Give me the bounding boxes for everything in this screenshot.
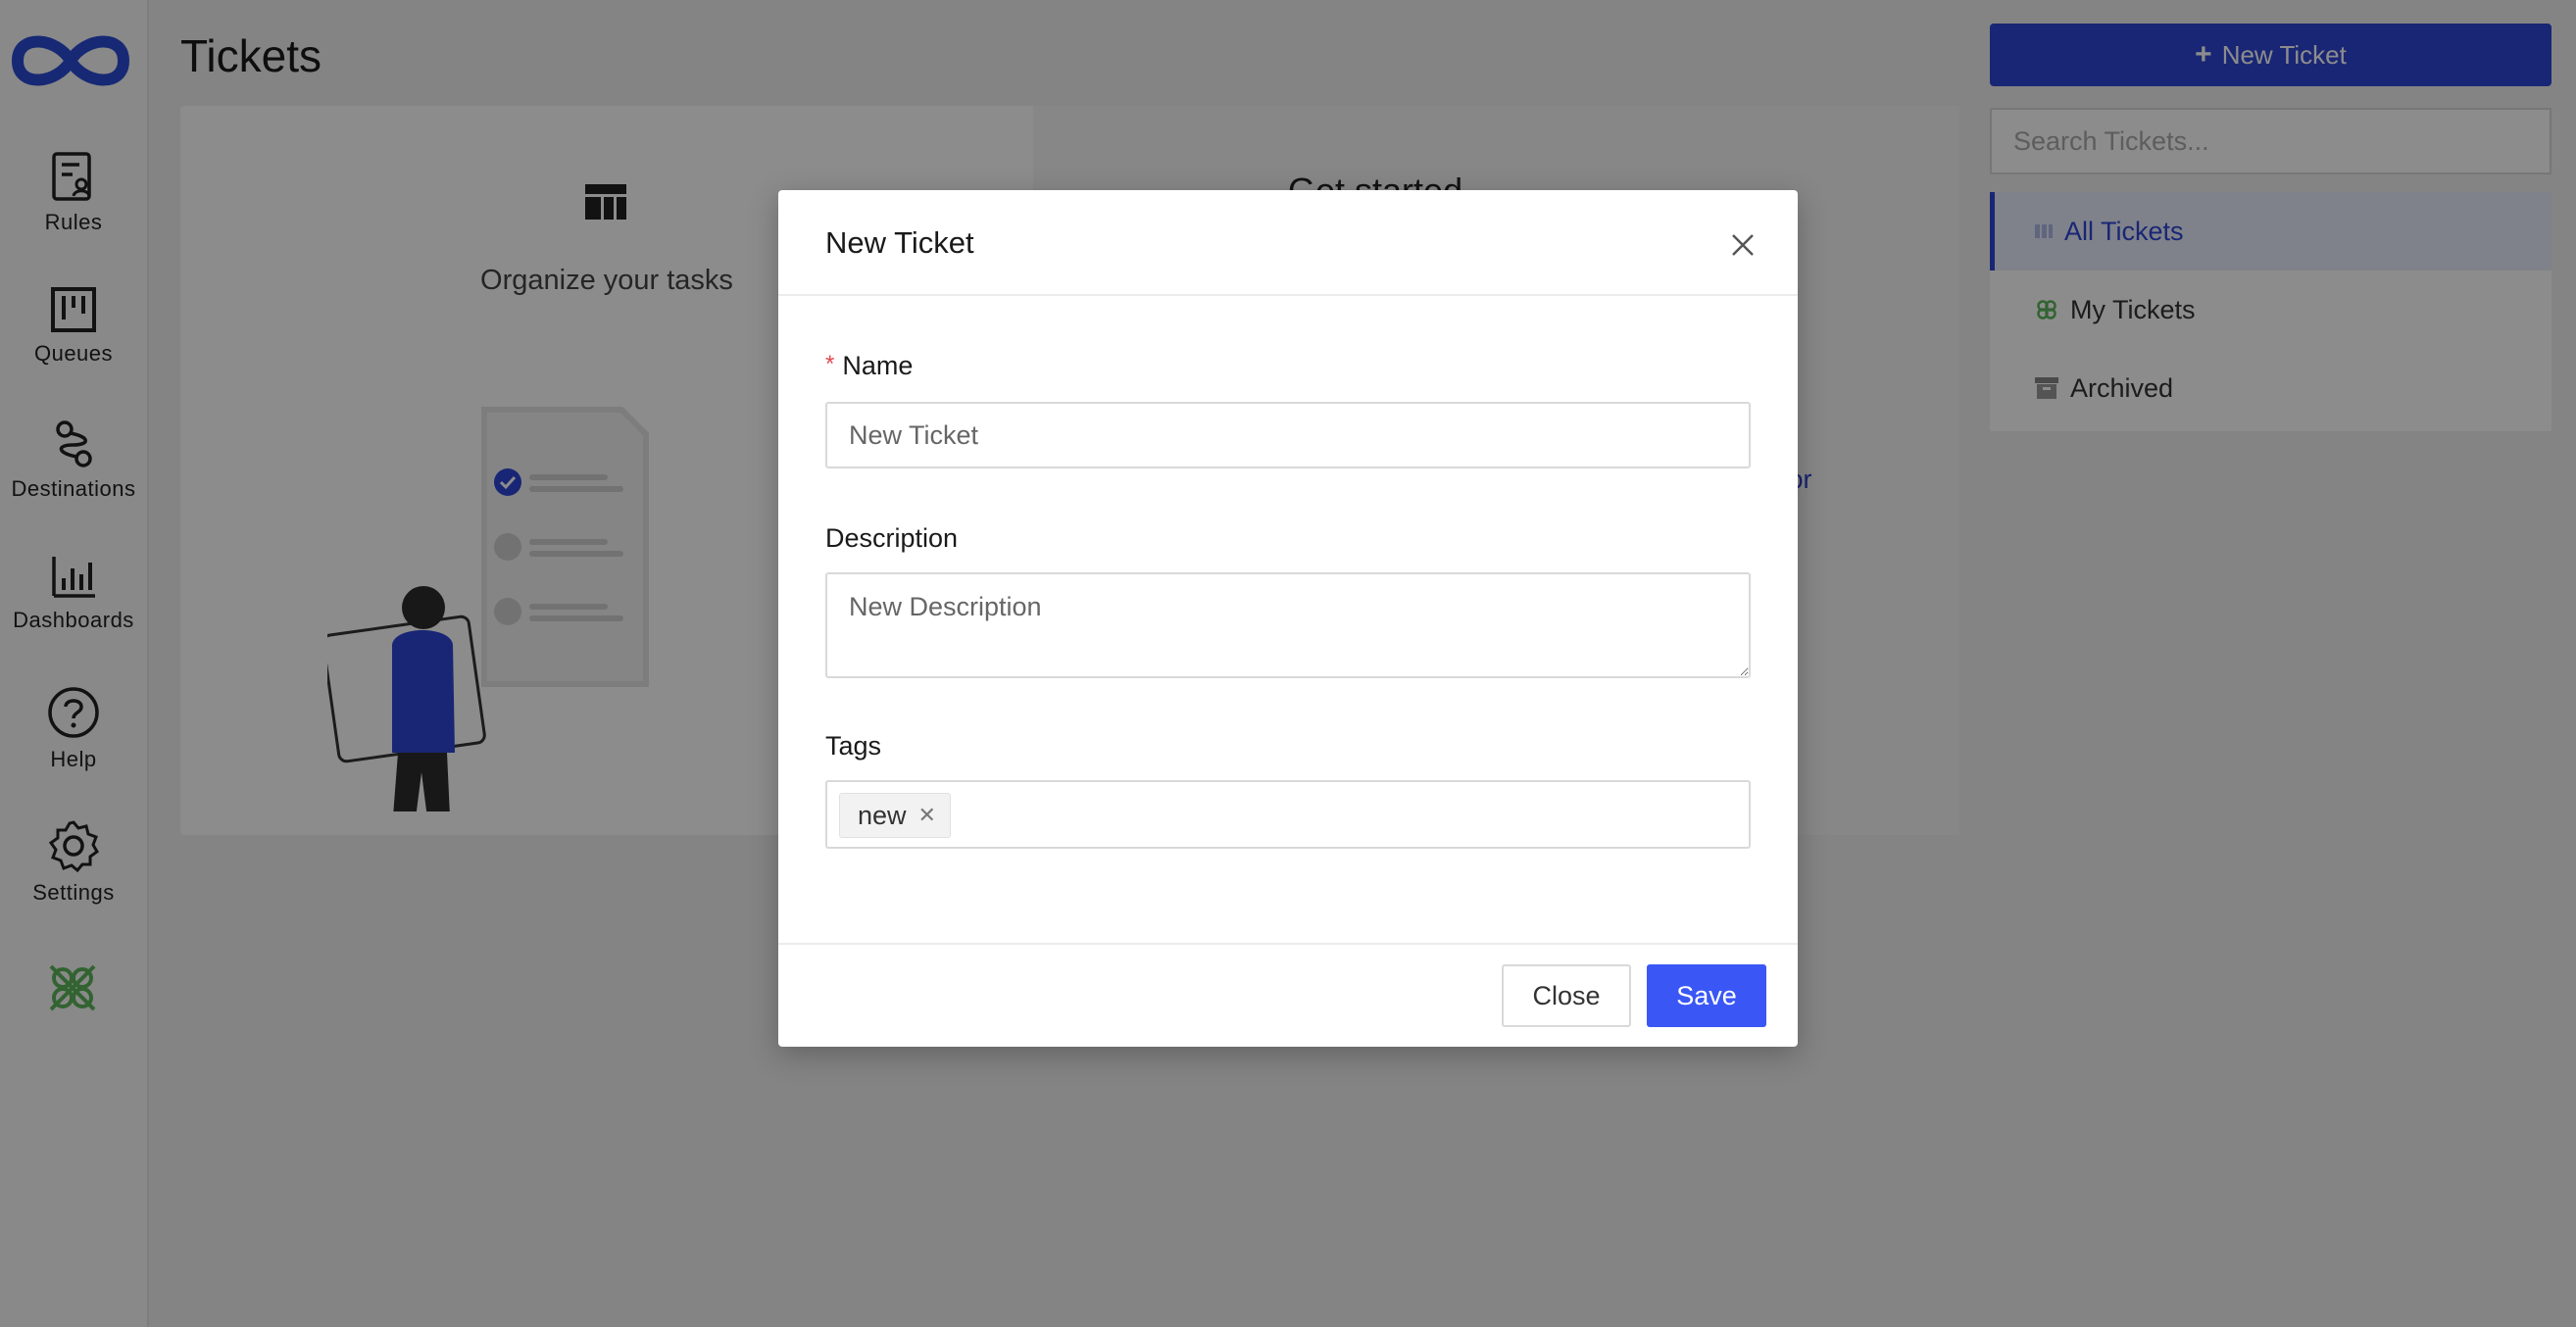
required-indicator: *	[825, 351, 835, 377]
name-input[interactable]	[825, 402, 1751, 468]
close-button[interactable]: Close	[1502, 964, 1631, 1027]
close-icon[interactable]	[1727, 229, 1759, 261]
tags-input[interactable]: new ✕	[825, 780, 1751, 849]
save-button[interactable]: Save	[1647, 964, 1766, 1027]
tag-label: new	[858, 800, 907, 830]
modal-title: New Ticket	[825, 225, 974, 260]
remove-tag-icon[interactable]: ✕	[918, 803, 936, 828]
name-label-text: Name	[842, 351, 914, 380]
modal-footer: Close Save	[778, 943, 1798, 1047]
description-label: Description	[825, 523, 959, 553]
modal-header: New Ticket	[778, 190, 1798, 296]
tags-label: Tags	[825, 731, 882, 761]
description-textarea[interactable]	[825, 572, 1751, 678]
name-label: * Name	[825, 351, 913, 381]
tag-chip: new ✕	[839, 793, 951, 838]
new-ticket-modal: New Ticket *Name Description Tags new ✕ …	[778, 190, 1798, 1047]
